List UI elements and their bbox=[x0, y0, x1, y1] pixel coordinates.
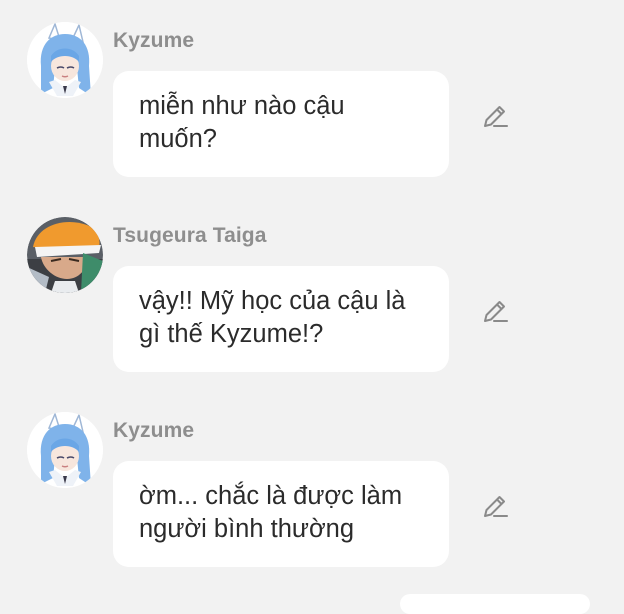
chat-message: Kyzume ờm... chắc là được làm người bình… bbox=[0, 390, 624, 570]
sender-avatar-tsugeura-taiga[interactable] bbox=[27, 217, 103, 293]
message-bubble: ờm... chắc là được làm người bình thường bbox=[113, 461, 449, 567]
pencil-icon bbox=[484, 106, 508, 127]
edit-message-button[interactable] bbox=[480, 296, 510, 326]
next-message-bubble-partial bbox=[400, 594, 590, 614]
sender-avatar-kyzume[interactable] bbox=[27, 412, 103, 488]
message-bubble: vậy!! Mỹ học của cậu là gì thế Kyzume!? bbox=[113, 266, 449, 372]
edit-message-button[interactable] bbox=[480, 491, 510, 521]
pencil-icon bbox=[484, 496, 508, 517]
sender-avatar-kyzume[interactable] bbox=[27, 22, 103, 98]
edit-message-button[interactable] bbox=[480, 101, 510, 131]
message-bubble: miễn như nào cậu muốn? bbox=[113, 71, 449, 177]
sender-name: Kyzume bbox=[113, 29, 195, 52]
orange-hat-character-avatar-icon bbox=[27, 217, 103, 293]
pencil-icon bbox=[484, 301, 508, 322]
sender-name: Kyzume bbox=[113, 419, 195, 442]
blue-hair-character-avatar-icon bbox=[27, 412, 103, 488]
sender-name: Tsugeura Taiga bbox=[113, 224, 267, 247]
chat-message: Kyzume miễn như nào cậu muốn? bbox=[0, 0, 624, 180]
chat-message: Tsugeura Taiga vậy!! Mỹ học của cậu là g… bbox=[0, 195, 624, 375]
blue-hair-character-avatar-icon bbox=[27, 22, 103, 98]
